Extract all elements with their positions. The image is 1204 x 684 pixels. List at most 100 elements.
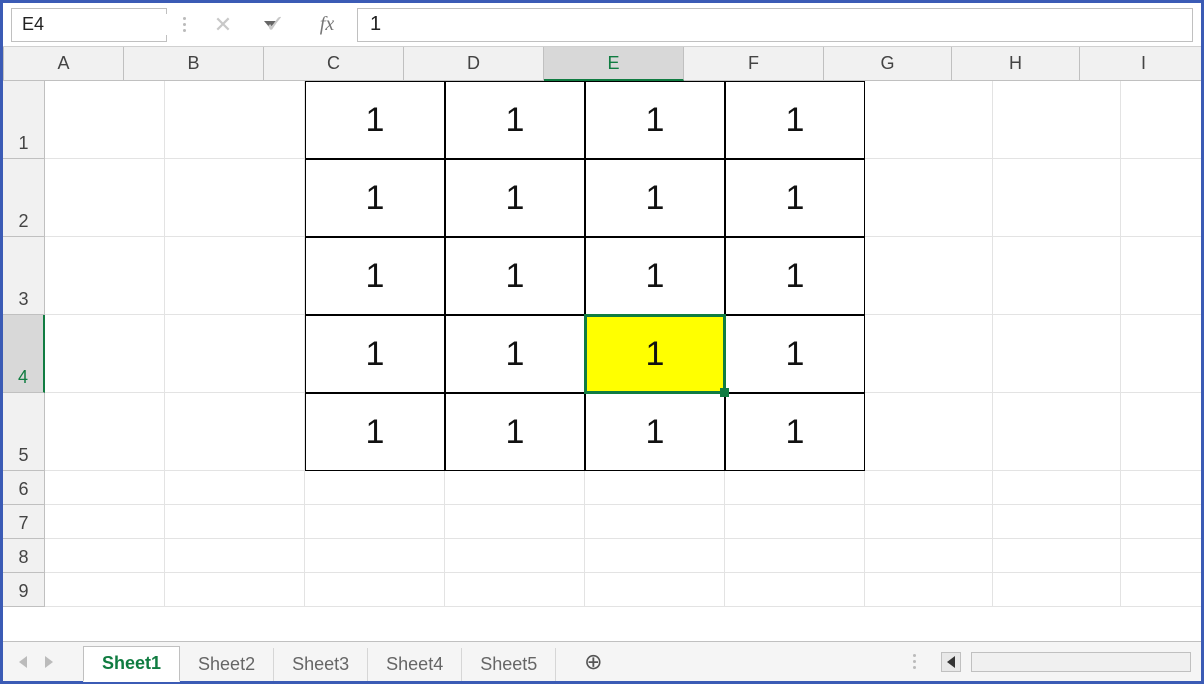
column-header-D[interactable]: D	[404, 47, 544, 80]
row-header-9[interactable]: 9	[3, 573, 45, 607]
cell-H1[interactable]	[993, 81, 1121, 159]
row-header-1[interactable]: 1	[3, 81, 45, 159]
cell-B6[interactable]	[165, 471, 305, 505]
cell-I6[interactable]	[1121, 471, 1201, 505]
column-header-G[interactable]: G	[824, 47, 952, 80]
cell-G1[interactable]	[865, 81, 993, 159]
cell-C2[interactable]: 1	[305, 159, 445, 237]
row-header-5[interactable]: 5	[3, 393, 45, 471]
cell-D4[interactable]: 1	[445, 315, 585, 393]
cell-I4[interactable]	[1121, 315, 1201, 393]
cell-E9[interactable]	[585, 573, 725, 607]
cell-B2[interactable]	[165, 159, 305, 237]
cell-G7[interactable]	[865, 505, 993, 539]
row-header-4[interactable]: 4	[3, 315, 45, 393]
cell-H2[interactable]	[993, 159, 1121, 237]
cell-H9[interactable]	[993, 573, 1121, 607]
cell-A7[interactable]	[45, 505, 165, 539]
cell-D6[interactable]	[445, 471, 585, 505]
cell-H3[interactable]	[993, 237, 1121, 315]
cell-E5[interactable]: 1	[585, 393, 725, 471]
insert-function-button[interactable]: fx	[305, 8, 349, 42]
cell-B3[interactable]	[165, 237, 305, 315]
sheet-tab-sheet2[interactable]: Sheet2	[180, 648, 274, 681]
cell-G6[interactable]	[865, 471, 993, 505]
add-sheet-button[interactable]: ⊕	[578, 647, 608, 677]
cell-A3[interactable]	[45, 237, 165, 315]
cell-H5[interactable]	[993, 393, 1121, 471]
cell-I5[interactable]	[1121, 393, 1201, 471]
cell-F7[interactable]	[725, 505, 865, 539]
fill-handle[interactable]	[720, 388, 729, 397]
cell-D5[interactable]: 1	[445, 393, 585, 471]
cell-E2[interactable]: 1	[585, 159, 725, 237]
tab-nav-prev[interactable]	[13, 652, 33, 672]
cell-C5[interactable]: 1	[305, 393, 445, 471]
column-header-I[interactable]: I	[1080, 47, 1201, 80]
enter-button[interactable]	[253, 8, 297, 42]
row-header-3[interactable]: 3	[3, 237, 45, 315]
cell-E8[interactable]	[585, 539, 725, 573]
cell-F6[interactable]	[725, 471, 865, 505]
sheet-tab-sheet5[interactable]: Sheet5	[462, 648, 556, 681]
cell-I7[interactable]	[1121, 505, 1201, 539]
cell-I8[interactable]	[1121, 539, 1201, 573]
sheet-tab-sheet4[interactable]: Sheet4	[368, 648, 462, 681]
cell-E1[interactable]: 1	[585, 81, 725, 159]
cell-A1[interactable]	[45, 81, 165, 159]
cell-A4[interactable]	[45, 315, 165, 393]
cell-F3[interactable]: 1	[725, 237, 865, 315]
formula-input[interactable]	[357, 8, 1193, 42]
cell-I2[interactable]	[1121, 159, 1201, 237]
cell-A8[interactable]	[45, 539, 165, 573]
cell-C8[interactable]	[305, 539, 445, 573]
hscroll-left[interactable]	[941, 652, 961, 672]
cell-G9[interactable]	[865, 573, 993, 607]
hscroll-track[interactable]	[971, 652, 1191, 672]
cell-F9[interactable]	[725, 573, 865, 607]
column-header-E[interactable]: E	[544, 47, 684, 81]
cell-G4[interactable]	[865, 315, 993, 393]
cell-H8[interactable]	[993, 539, 1121, 573]
cell-D2[interactable]: 1	[445, 159, 585, 237]
column-header-C[interactable]: C	[264, 47, 404, 80]
cell-H7[interactable]	[993, 505, 1121, 539]
row-header-7[interactable]: 7	[3, 505, 45, 539]
sheet-tab-sheet1[interactable]: Sheet1	[83, 646, 180, 682]
cell-D3[interactable]: 1	[445, 237, 585, 315]
row-header-2[interactable]: 2	[3, 159, 45, 237]
cell-D9[interactable]	[445, 573, 585, 607]
cell-I1[interactable]	[1121, 81, 1201, 159]
row-header-6[interactable]: 6	[3, 471, 45, 505]
cell-C9[interactable]	[305, 573, 445, 607]
cell-B1[interactable]	[165, 81, 305, 159]
cell-F5[interactable]: 1	[725, 393, 865, 471]
cell-G8[interactable]	[865, 539, 993, 573]
cell-A5[interactable]	[45, 393, 165, 471]
cell-C7[interactable]	[305, 505, 445, 539]
cell-F4[interactable]: 1	[725, 315, 865, 393]
cell-C1[interactable]: 1	[305, 81, 445, 159]
cell-E7[interactable]	[585, 505, 725, 539]
cell-B4[interactable]	[165, 315, 305, 393]
cell-A9[interactable]	[45, 573, 165, 607]
cell-F2[interactable]: 1	[725, 159, 865, 237]
column-header-B[interactable]: B	[124, 47, 264, 80]
cell-C6[interactable]	[305, 471, 445, 505]
cell-B7[interactable]	[165, 505, 305, 539]
column-header-H[interactable]: H	[952, 47, 1080, 80]
cell-F1[interactable]: 1	[725, 81, 865, 159]
cell-B9[interactable]	[165, 573, 305, 607]
cell-G5[interactable]	[865, 393, 993, 471]
cell-D1[interactable]: 1	[445, 81, 585, 159]
column-header-A[interactable]: A	[4, 47, 124, 80]
cell-H4[interactable]	[993, 315, 1121, 393]
cell-D7[interactable]	[445, 505, 585, 539]
cell-F8[interactable]	[725, 539, 865, 573]
cell-B5[interactable]	[165, 393, 305, 471]
cancel-button[interactable]	[201, 8, 245, 42]
cell-E4[interactable]: 1	[585, 315, 725, 393]
cell-H6[interactable]	[993, 471, 1121, 505]
cell-A6[interactable]	[45, 471, 165, 505]
select-all-corner[interactable]	[3, 47, 4, 80]
